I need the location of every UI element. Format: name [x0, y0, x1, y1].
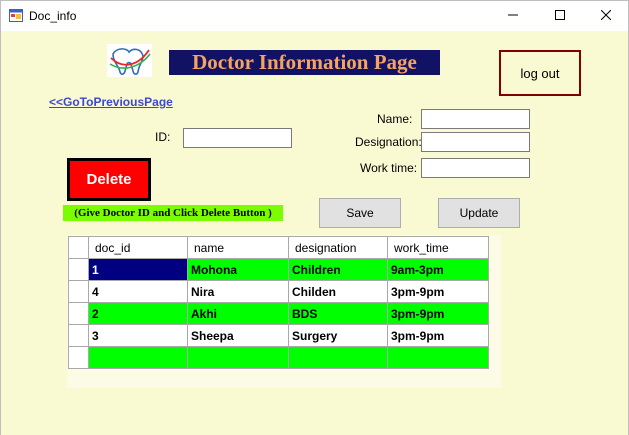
- grid-cell[interactable]: Childen: [288, 280, 388, 303]
- row-header[interactable]: [68, 324, 89, 347]
- data-grid-table: doc_id name designation work_time 1 Moho…: [68, 236, 489, 369]
- close-button[interactable]: [583, 1, 629, 31]
- save-button[interactable]: Save: [319, 198, 401, 228]
- doctor-data-grid[interactable]: doc_id name designation work_time 1 Moho…: [67, 235, 501, 388]
- window-title: Doc_info: [29, 9, 77, 23]
- grid-cell[interactable]: 9am-3pm: [387, 258, 489, 281]
- designation-input[interactable]: [421, 132, 530, 152]
- grid-cell[interactable]: [288, 346, 388, 369]
- grid-cell[interactable]: 3pm-9pm: [387, 302, 489, 325]
- title-bar[interactable]: Doc_info: [1, 1, 628, 31]
- table-row-new[interactable]: [68, 346, 489, 369]
- update-button[interactable]: Update: [438, 198, 520, 228]
- grid-cell[interactable]: 3pm-9pm: [387, 280, 489, 303]
- logout-button[interactable]: log out: [499, 50, 581, 96]
- form-icon: [9, 9, 23, 22]
- grid-cell[interactable]: [187, 346, 289, 369]
- row-header[interactable]: [68, 280, 89, 303]
- table-row[interactable]: 4 Nira Childen 3pm-9pm: [68, 280, 489, 303]
- name-input[interactable]: [421, 109, 530, 129]
- column-header-name[interactable]: name: [187, 236, 289, 259]
- worktime-input[interactable]: [421, 158, 530, 178]
- grid-cell[interactable]: Children: [288, 258, 388, 281]
- name-label: Name:: [377, 112, 413, 126]
- id-input[interactable]: [183, 128, 292, 148]
- table-row[interactable]: 2 Akhi BDS 3pm-9pm: [68, 302, 489, 325]
- column-header-doc-id[interactable]: doc_id: [88, 236, 188, 259]
- form-client-area: Doctor Information Page log out <<GoToPr…: [1, 31, 628, 435]
- grid-header-row: doc_id name designation work_time: [68, 236, 489, 259]
- minimize-button[interactable]: [490, 1, 536, 31]
- grid-cell[interactable]: 4: [88, 280, 188, 303]
- maximize-button[interactable]: [537, 1, 583, 31]
- maximize-icon: [555, 9, 565, 23]
- delete-hint-label: (Give Doctor ID and Click Delete Button …: [63, 205, 283, 221]
- grid-cell[interactable]: 1: [88, 258, 188, 281]
- row-header[interactable]: [68, 346, 89, 369]
- designation-label: Designation:: [355, 135, 422, 149]
- grid-cell[interactable]: [387, 346, 489, 369]
- grid-cell[interactable]: [88, 346, 188, 369]
- column-header-work-time[interactable]: work_time: [387, 236, 489, 259]
- row-header[interactable]: [68, 302, 89, 325]
- table-row[interactable]: 3 Sheepa Surgery 3pm-9pm: [68, 324, 489, 347]
- grid-cell[interactable]: 2: [88, 302, 188, 325]
- grid-cell[interactable]: BDS: [288, 302, 388, 325]
- delete-button[interactable]: Delete: [67, 158, 151, 201]
- grid-cell[interactable]: Surgery: [288, 324, 388, 347]
- worktime-label: Work time:: [360, 161, 418, 175]
- go-to-previous-page-link[interactable]: <<GoToPreviousPage: [49, 95, 173, 109]
- column-header-designation[interactable]: designation: [288, 236, 388, 259]
- grid-cell[interactable]: Akhi: [187, 302, 289, 325]
- grid-cell[interactable]: 3pm-9pm: [387, 324, 489, 347]
- id-label: ID:: [155, 130, 171, 144]
- grid-cell[interactable]: 3: [88, 324, 188, 347]
- doc-info-window: Doc_info Doctor Information Page log out…: [0, 0, 629, 435]
- minimize-icon: [508, 9, 518, 23]
- tooth-logo-icon: [107, 44, 152, 77]
- close-icon: [600, 9, 612, 23]
- grid-cell[interactable]: Sheepa: [187, 324, 289, 347]
- row-header[interactable]: [68, 258, 89, 281]
- grid-cell[interactable]: Nira: [187, 280, 289, 303]
- grid-cell[interactable]: Mohona: [187, 258, 289, 281]
- table-row[interactable]: 1 Mohona Children 9am-3pm: [68, 258, 489, 281]
- grid-corner-header[interactable]: [68, 236, 89, 259]
- page-title: Doctor Information Page: [169, 50, 440, 75]
